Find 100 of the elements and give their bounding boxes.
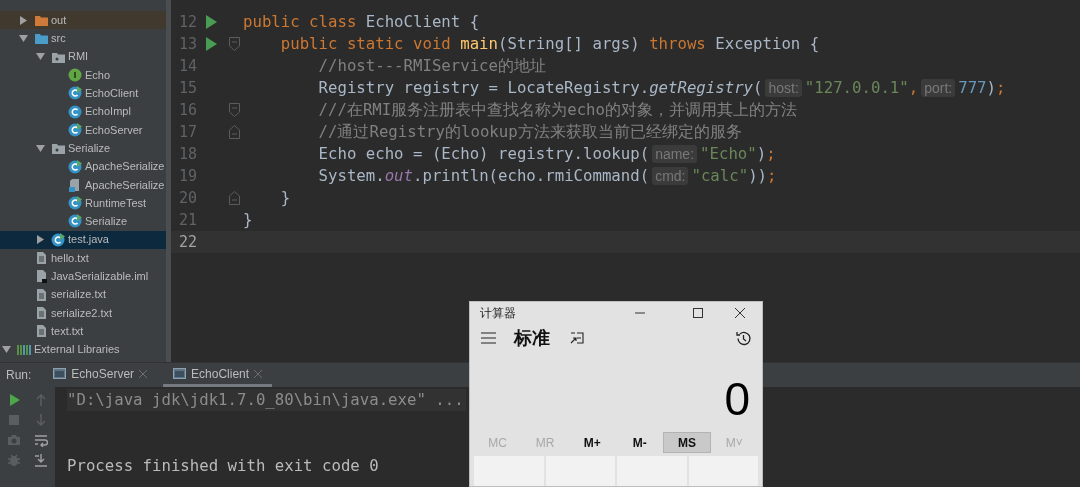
tree-row[interactable]: text.txt [0,322,166,341]
class-icon [68,214,82,229]
expanded-arrow-icon[interactable] [36,143,45,153]
tree-item-label: serialize.txt [51,287,107,303]
tree-item-label: JavaSerializable.iml [51,269,149,285]
class-icon [68,104,82,119]
collapsed-arrow-icon[interactable] [36,235,45,245]
class-icon [68,86,82,101]
tree-row[interactable]: RMI [0,47,166,66]
class-icon [68,196,82,211]
tree-item-label: Serialize [85,214,128,230]
code-text: public class EchoClient { [243,11,480,34]
code-text: } [243,209,253,232]
parameter-hint: name: [652,145,698,163]
tree-row[interactable]: JavaSerializable.iml [0,267,166,286]
line-number: 20 [177,187,197,209]
tree-row[interactable]: src [0,29,166,48]
tree-row[interactable]: ApacheSerialize [0,157,166,176]
console-icon [173,367,187,380]
tree-item-label: out [51,12,67,28]
fold-icon[interactable] [228,37,240,51]
display-value: 0 [724,376,750,423]
code-text: Echo echo = (Echo) registry.lookup( [317,143,650,166]
bug-icon[interactable] [6,453,21,467]
run-icon[interactable] [205,37,217,51]
fold-icon[interactable] [228,103,240,117]
collapsed-arrow-icon[interactable] [19,15,28,25]
scrollbar[interactable] [166,0,171,362]
tree-item-label: serialize2.txt [51,305,113,321]
tree-item-label: RMI [68,49,89,65]
memory-button[interactable]: M+ [568,432,616,453]
tree-item-label: EchoClient [85,86,139,102]
fold-icon[interactable] [228,191,240,205]
tree-row[interactable]: hello.txt [0,248,166,268]
code-text: 777); [958,77,1006,100]
history-icon[interactable] [735,330,752,347]
tree-item-label: test.java [68,232,109,248]
code-text: } [279,187,291,210]
run-icon[interactable] [205,15,217,29]
code-text: System.out.println(echo.rmiCommand( [317,165,650,188]
tree-row[interactable]: ApacheSerialize [0,175,166,194]
text-file-icon [34,324,48,339]
line-number: 21 [177,209,197,231]
interface-icon [68,68,82,83]
expanded-arrow-icon[interactable] [19,33,28,43]
mode-title: 标准 [514,327,550,350]
expanded-arrow-icon[interactable] [2,345,11,354]
line-number: 16 [177,99,197,121]
line-number: 17 [177,121,197,143]
fold-icon[interactable] [228,125,240,139]
code-text: "calc")); [691,165,777,188]
expanded-arrow-icon[interactable] [36,52,45,62]
keep-on-top-icon[interactable] [570,332,584,345]
text-file-icon [34,287,48,302]
tree-row[interactable]: serialize2.txt [0,303,166,323]
code-text: "127.0.0.1", [804,77,919,100]
code-text: ///在RMI服务注册表中查找名称为echo的对象，并调用其上的方法 [317,99,797,122]
class-icon [51,232,65,247]
memory-button[interactable]: MS [663,432,711,453]
tree-row[interactable]: Serialize [0,212,166,231]
tree-row[interactable]: serialize.txt [0,285,166,304]
tree-row[interactable]: test.java [0,230,166,249]
tree-row[interactable]: External Libraries [0,340,166,359]
tree-item-label: text.txt [51,323,84,339]
scroll-to-end-icon[interactable] [34,453,49,467]
tree-row[interactable]: RuntimeTest [0,193,166,213]
tree-item-label: EchoServer [85,122,143,138]
close-icon[interactable] [734,307,746,320]
maximize-icon[interactable] [692,307,704,320]
run-tab[interactable]: EchoServer [43,363,158,387]
class-icon [68,159,82,174]
tree-row[interactable]: EchoImpl [0,102,166,121]
camera-icon[interactable] [6,433,21,447]
tree-row[interactable]: EchoClient [0,84,166,103]
tree-row[interactable]: Echo [0,65,166,85]
text-file-icon [34,305,48,320]
parameter-hint: port: [921,79,956,97]
line-number: 22 [177,231,197,253]
menu-icon[interactable] [481,332,496,345]
tree-item-label: External Libraries [34,342,120,358]
tree-item-label: RuntimeTest [85,195,147,211]
line-number: 13 [177,33,197,55]
tree-item-label: ApacheSerialize [85,177,165,193]
file-icon [68,177,82,192]
tree-row[interactable]: EchoServer [0,120,166,140]
memory-button[interactable]: M- [616,432,664,453]
tree-item-label: ApacheSerialize [85,159,165,175]
folder-icon [34,31,48,46]
tree-row[interactable]: out [0,11,166,30]
down-arrow-icon[interactable] [34,413,49,427]
stop-icon[interactable] [6,413,21,427]
tree-row[interactable]: Serialize [0,139,166,158]
package-icon [51,141,65,156]
soft-wrap-icon[interactable] [34,433,49,447]
code-text: //通过Registry的lookup方法来获取当前已经绑定的服务 [317,121,742,144]
tree-item-label: EchoImpl [85,104,131,120]
line-number: 12 [177,11,197,33]
tree-item-label: Serialize [68,140,111,156]
window-title: 计算器 [480,305,517,323]
run-label: Run: [5,367,33,384]
